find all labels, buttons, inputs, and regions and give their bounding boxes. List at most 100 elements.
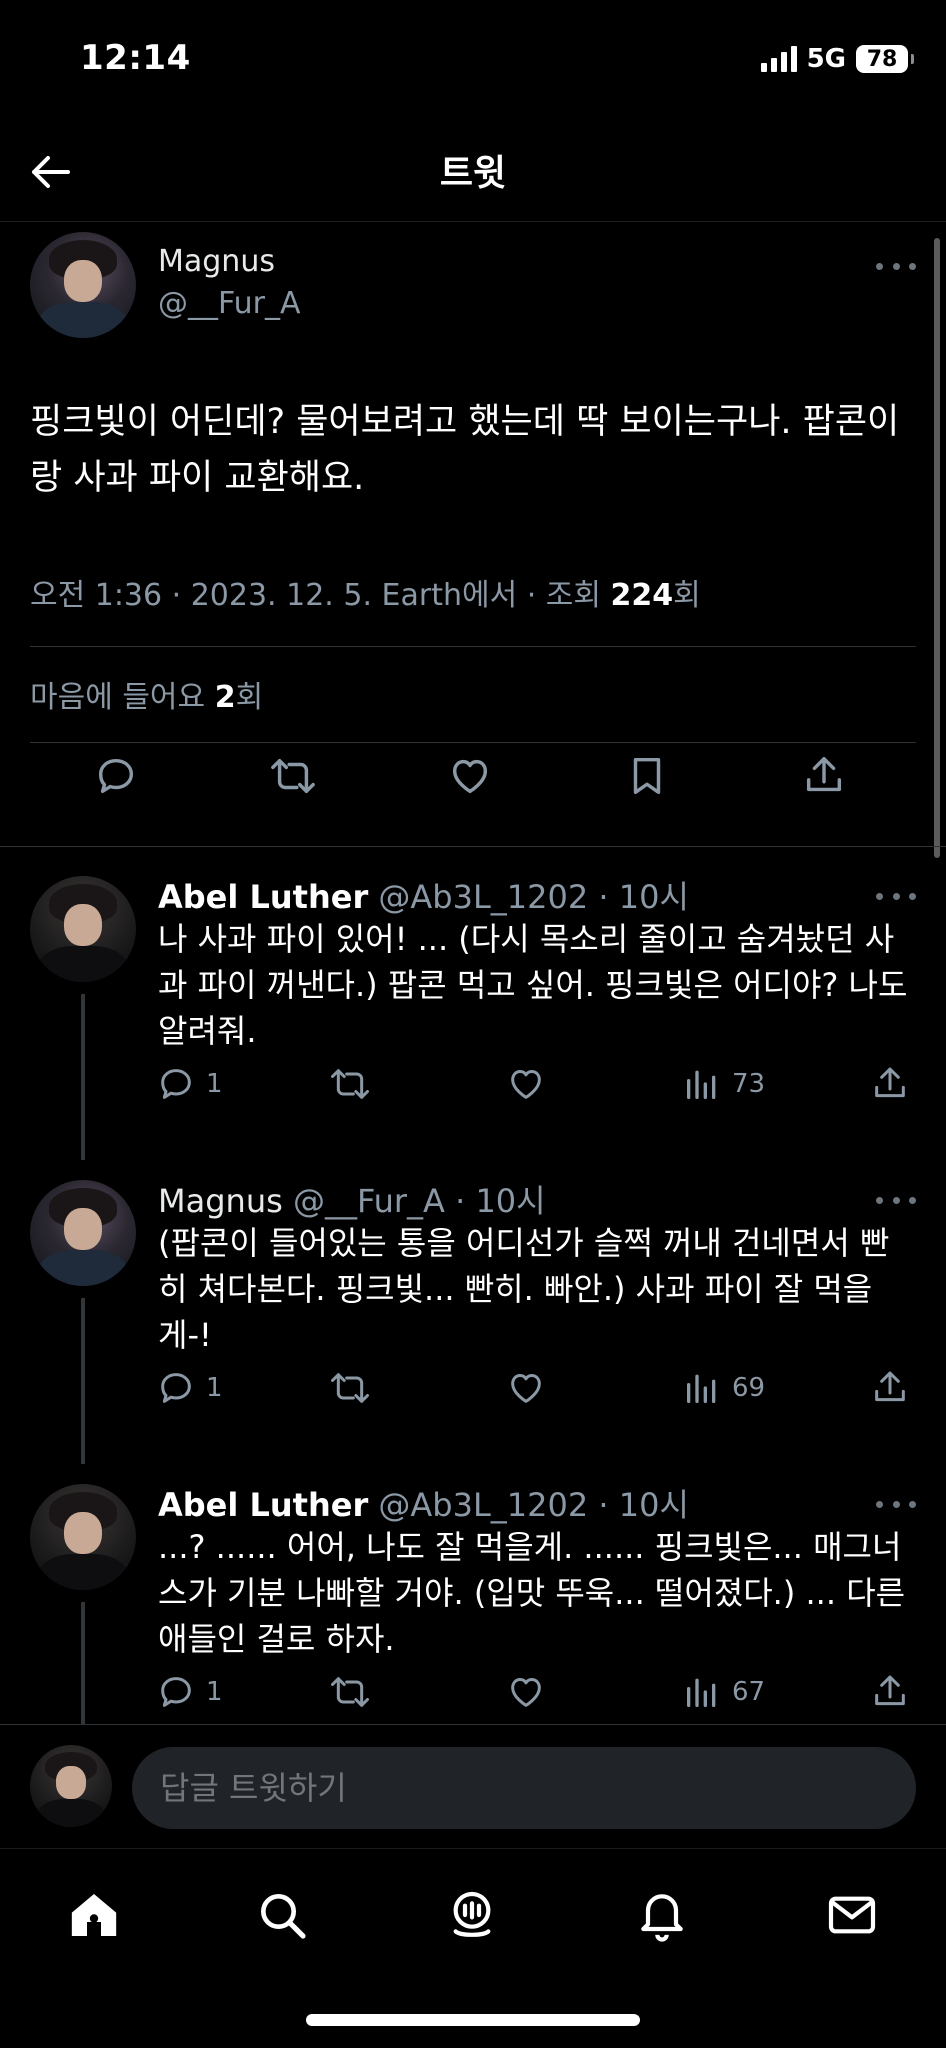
reply-count: 1 <box>206 1069 223 1099</box>
avatar[interactable] <box>30 232 136 338</box>
tab-messages[interactable] <box>812 1875 892 1955</box>
reply-text: ...? ...... 어어, 나도 잘 먹을게. ...... 핑크빛은...… <box>158 1528 906 1658</box>
view-count: 69 <box>732 1373 766 1403</box>
reply-actions: 1 73 <box>150 1056 930 1112</box>
reply-tweet[interactable]: Abel Luther @Ab3L_1202 · 10시 나 사과 파이 있어!… <box>0 848 946 1160</box>
reply-button[interactable] <box>88 748 144 804</box>
battery-icon: 78 <box>856 45 914 73</box>
messages-icon <box>828 1896 876 1934</box>
avatar[interactable] <box>30 1180 136 1286</box>
tab-notifications[interactable] <box>622 1875 702 1955</box>
like-button[interactable] <box>506 1360 546 1416</box>
view-count: 67 <box>732 1677 766 1707</box>
search-icon <box>261 1894 306 1939</box>
reply-header: Magnus @__Fur_A · 10시 <box>158 1176 546 1222</box>
views-button[interactable]: 73 <box>682 1056 765 1112</box>
reply-button[interactable]: 1 <box>156 1360 223 1416</box>
retweet-icon <box>331 1373 369 1403</box>
like-icon <box>511 1374 541 1403</box>
share-icon <box>875 1371 905 1402</box>
retweet-button[interactable] <box>328 1056 372 1112</box>
notifications-icon <box>641 1894 683 1942</box>
author-name[interactable]: Abel Luther <box>158 1486 368 1524</box>
views-icon <box>687 1070 716 1099</box>
more-options-button[interactable] <box>876 886 916 906</box>
author-handle[interactable]: @Ab3L_1202 · 10시 <box>378 878 689 916</box>
reply-tweet[interactable]: Abel Luther @Ab3L_1202 · 10시 ...? ......… <box>0 1456 946 1768</box>
reply-icon <box>98 758 134 794</box>
like-icon <box>452 759 488 794</box>
tweet-meta: 오전 1:36 · 2023. 12. 5. Earth에서 · 조회 224회 <box>30 570 701 614</box>
likes-suffix: 회 <box>235 680 264 715</box>
share-icon <box>875 1675 905 1706</box>
reply-text: 나 사과 파이 있어! ... (다시 목소리 줄이고 숨겨놨던 사과 파이 꺼… <box>158 920 908 1050</box>
retweet-icon <box>331 1677 369 1707</box>
views-icon <box>687 1678 716 1707</box>
like-icon <box>511 1070 541 1099</box>
tab-home[interactable] <box>54 1875 134 1955</box>
more-options-button[interactable] <box>876 1494 916 1514</box>
views-button[interactable]: 69 <box>682 1360 765 1416</box>
share-button[interactable] <box>796 748 852 804</box>
share-button[interactable] <box>870 1360 910 1416</box>
retweet-button[interactable] <box>328 1664 372 1720</box>
reply-icon <box>161 1069 191 1099</box>
battery-level: 78 <box>866 46 898 72</box>
likes-summary[interactable]: 마음에 들어요 2회 <box>30 672 263 716</box>
more-options-button[interactable] <box>876 1190 916 1210</box>
tab-spaces[interactable] <box>432 1875 512 1955</box>
share-button[interactable] <box>870 1056 910 1112</box>
like-button[interactable] <box>506 1056 546 1112</box>
share-icon <box>875 1067 905 1098</box>
retweet-button[interactable] <box>328 1360 372 1416</box>
avatar[interactable] <box>30 876 136 982</box>
likes-label: 마음에 들어요 <box>30 680 215 715</box>
reply-input[interactable] <box>132 1747 916 1829</box>
like-button[interactable] <box>506 1664 546 1720</box>
reply-header: Abel Luther @Ab3L_1202 · 10시 <box>158 1480 689 1526</box>
reply-icon <box>161 1677 191 1707</box>
author-name[interactable]: Magnus <box>158 244 275 279</box>
tweet-meta-text: 오전 1:36 · 2023. 12. 5. Earth에서 · 조회 <box>30 578 611 613</box>
avatar[interactable] <box>30 1745 112 1827</box>
more-options-button[interactable] <box>876 256 916 276</box>
view-count: 73 <box>732 1069 766 1099</box>
reply-text: (팝콘이 들어있는 통을 어디선가 슬쩍 꺼내 건네면서 빤히 쳐다본다. 핑크… <box>158 1224 890 1354</box>
tweet-actions <box>0 742 946 812</box>
author-name[interactable]: Abel Luther <box>158 878 368 916</box>
author-handle[interactable]: @Ab3L_1202 · 10시 <box>378 1486 689 1524</box>
signal-icon <box>760 46 797 72</box>
spaces-icon <box>453 1891 491 1937</box>
share-icon <box>806 757 842 792</box>
like-button[interactable] <box>442 748 498 804</box>
avatar[interactable] <box>30 1484 136 1590</box>
home-indicator[interactable] <box>306 2014 640 2026</box>
author-handle[interactable]: @__Fur_A <box>158 286 301 321</box>
page-title: 트윗 <box>439 153 507 194</box>
tab-search[interactable] <box>242 1875 322 1955</box>
author-handle[interactable]: @__Fur_A · 10시 <box>293 1182 546 1220</box>
retweet-button[interactable] <box>265 748 321 804</box>
views-icon <box>687 1374 716 1403</box>
view-suffix: 회 <box>673 578 701 613</box>
network-type: 5G <box>806 44 846 74</box>
reply-count: 1 <box>206 1677 223 1707</box>
top-nav: 트윗 <box>0 122 946 222</box>
retweet-icon <box>331 1069 369 1099</box>
tweet-text: 핑크빛이 어딘데? 물어보려고 했는데 딱 보이는구나. 팝콘이랑 사과 파이 … <box>30 402 900 498</box>
view-count[interactable]: 224 <box>611 578 674 613</box>
reply-count: 1 <box>206 1373 223 1403</box>
status-indicators: 5G 78 <box>760 42 914 76</box>
reply-tweet[interactable]: Magnus @__Fur_A · 10시 (팝콘이 들어있는 통을 어디선가 … <box>0 1152 946 1464</box>
author-name[interactable]: Magnus <box>158 1182 283 1220</box>
status-bar: 12:14 5G 78 <box>0 0 946 122</box>
share-button[interactable] <box>870 1664 910 1720</box>
bookmark-button[interactable] <box>619 748 675 804</box>
reply-button[interactable]: 1 <box>156 1056 223 1112</box>
reply-icon <box>161 1373 191 1403</box>
thread-line <box>81 1298 85 1464</box>
reply-actions: 1 69 <box>150 1360 930 1416</box>
reply-header: Abel Luther @Ab3L_1202 · 10시 <box>158 872 689 918</box>
views-button[interactable]: 67 <box>682 1664 765 1720</box>
reply-button[interactable]: 1 <box>156 1664 223 1720</box>
